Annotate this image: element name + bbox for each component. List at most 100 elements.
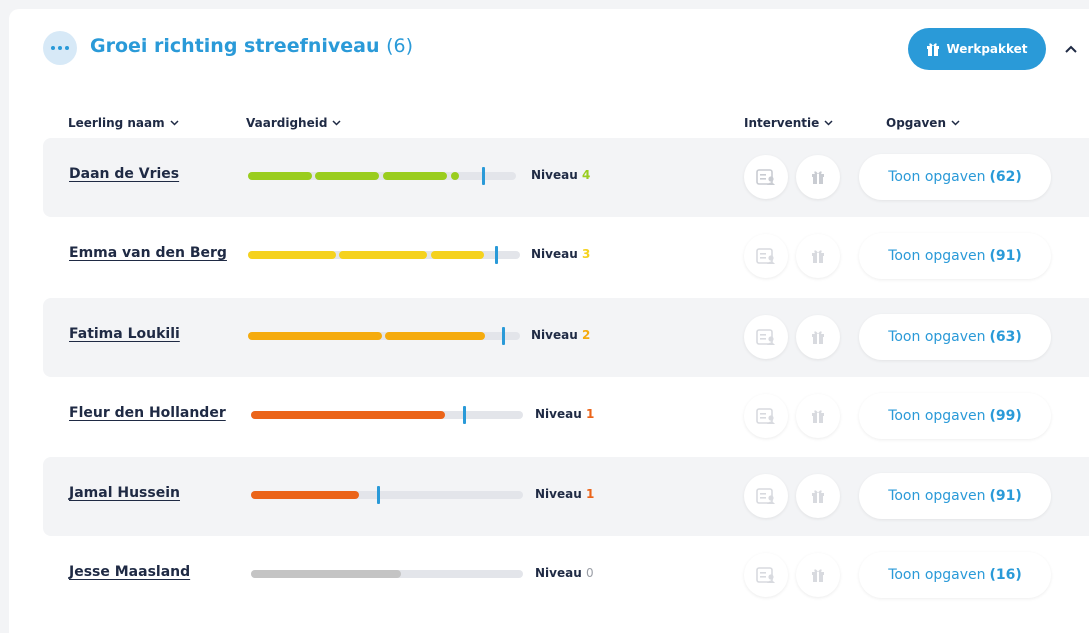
show-exercises-button[interactable]: Toon opgaven (99) [859, 393, 1051, 439]
skill-segment [431, 251, 484, 259]
gift-icon [812, 569, 824, 582]
skill-track [248, 167, 516, 185]
dot [58, 46, 62, 50]
intervention-student-button[interactable] [744, 553, 788, 597]
intervention-student-button[interactable] [744, 394, 788, 438]
group-title-text: Groei richting streefniveau [90, 35, 380, 57]
student-name-link[interactable]: Fleur den Hollander [69, 405, 226, 421]
skill-segment [339, 251, 427, 259]
column-header-name-label: Leerling naam [68, 116, 165, 130]
skill-track [251, 406, 523, 424]
target-marker [482, 167, 485, 185]
student-name-link[interactable]: Daan de Vries [69, 166, 179, 182]
student-card-icon [756, 408, 775, 424]
target-marker [495, 246, 498, 264]
student-name-link[interactable]: Fatima Loukili [69, 326, 180, 342]
gift-icon [812, 171, 824, 184]
dot [65, 46, 69, 50]
skill-segment [451, 172, 459, 180]
show-exercises-label: Toon opgaven [888, 169, 986, 185]
column-header-exercises[interactable]: Opgaven [886, 116, 960, 130]
student-card-icon [756, 488, 775, 504]
group-card: Groei richting streefniveau (6) Werkpakk… [9, 9, 1089, 633]
target-marker [377, 486, 380, 504]
show-exercises-label: Toon opgaven [888, 408, 986, 424]
werkpakket-button[interactable]: Werkpakket [908, 28, 1046, 70]
intervention-package-button[interactable] [796, 315, 840, 359]
collapse-button[interactable] [1061, 39, 1081, 59]
intervention-student-button[interactable] [744, 155, 788, 199]
gift-icon [812, 331, 824, 344]
intervention-student-button[interactable] [744, 315, 788, 359]
skill-segment [248, 172, 312, 180]
show-exercises-button[interactable]: Toon opgaven (62) [859, 154, 1051, 200]
student-row: Jesse Maasland Niveau 0 Toon opgaven (16) [43, 536, 1089, 615]
skill-bar: Niveau 3 [248, 217, 590, 296]
gift-icon [812, 250, 824, 263]
niveau-label: Niveau 0 [535, 566, 594, 580]
skill-track [251, 570, 523, 578]
skill-bar: Niveau 4 [248, 138, 590, 217]
student-row: Emma van den Berg Niveau 3 Toon opgaven(… [43, 217, 1089, 296]
werkpakket-label: Werkpakket [946, 42, 1028, 56]
show-exercises-button[interactable]: Toon opgaven (91) [859, 233, 1051, 279]
intervention-package-button[interactable] [796, 474, 840, 518]
column-header-skill-label: Vaardigheid [246, 116, 328, 130]
gift-icon [812, 410, 824, 423]
skill-track [248, 327, 520, 345]
intervention-package-button[interactable] [796, 553, 840, 597]
skill-bar: Niveau 1 [248, 457, 594, 536]
column-header-name[interactable]: Leerling naam [68, 116, 179, 130]
niveau-value: 1 [585, 407, 595, 421]
gift-icon [927, 43, 940, 56]
target-marker [463, 406, 466, 424]
show-exercises-count: (63) [989, 329, 1022, 345]
niveau-value: 0 [585, 566, 594, 580]
column-header-intervention[interactable]: Interventie [744, 116, 833, 130]
chevron-down-icon [824, 120, 833, 126]
skill-segment [385, 332, 485, 340]
target-marker [502, 327, 505, 345]
show-exercises-label: Toon opgaven [888, 488, 986, 504]
skill-track [251, 486, 523, 504]
intervention-package-button[interactable] [796, 234, 840, 278]
intervention-student-button[interactable] [744, 234, 788, 278]
show-exercises-button[interactable]: Toon opgaven (63) [859, 314, 1051, 360]
skill-segment [251, 570, 401, 578]
show-exercises-label: Toon opgaven [888, 567, 986, 583]
intervention-package-button[interactable] [796, 155, 840, 199]
skill-segment [383, 172, 447, 180]
student-row: Jamal Hussein Niveau 1 Toon opgaven (91) [43, 457, 1089, 536]
group-header: Groei richting streefniveau (6) Werkpakk… [9, 9, 1089, 89]
group-menu-button[interactable] [43, 31, 77, 65]
student-row: Fleur den Hollander Niveau 1 Toon opgave… [43, 377, 1089, 456]
column-header-exercises-label: Opgaven [886, 116, 946, 130]
niveau-label: Niveau 3 [531, 247, 591, 261]
student-name-link[interactable]: Jamal Hussein [69, 485, 180, 501]
show-exercises-label: Toon opgaven [888, 329, 986, 345]
niveau-label: Niveau 4 [531, 168, 591, 182]
student-card-icon [756, 169, 775, 185]
intervention-student-button[interactable] [744, 474, 788, 518]
show-exercises-count: (99) [989, 408, 1022, 424]
student-row: Fatima Loukili Niveau 2 Toon opgaven (63) [43, 298, 1089, 377]
column-header-skill[interactable]: Vaardigheid [246, 116, 341, 130]
show-exercises-button[interactable]: Toon opgaven (91) [859, 473, 1051, 519]
niveau-label: Niveau 1 [535, 407, 595, 421]
student-card-icon [756, 248, 775, 264]
student-name-link[interactable]: Emma van den Berg [69, 245, 227, 261]
show-exercises-count: (91) [989, 488, 1022, 504]
skill-track [248, 246, 520, 264]
chevron-down-icon [332, 120, 341, 126]
niveau-value: 3 [581, 247, 591, 261]
skill-segment [251, 411, 445, 419]
intervention-package-button[interactable] [796, 394, 840, 438]
show-exercises-button[interactable]: Toon opgaven (16) [859, 552, 1051, 598]
chevron-down-icon [170, 120, 179, 126]
skill-bar: Niveau 2 [248, 298, 590, 377]
dot [51, 46, 55, 50]
student-name-link[interactable]: Jesse Maasland [69, 564, 190, 580]
skill-segment [248, 251, 336, 259]
niveau-label: Niveau 2 [531, 328, 591, 342]
show-exercises-count: (62) [989, 169, 1022, 185]
